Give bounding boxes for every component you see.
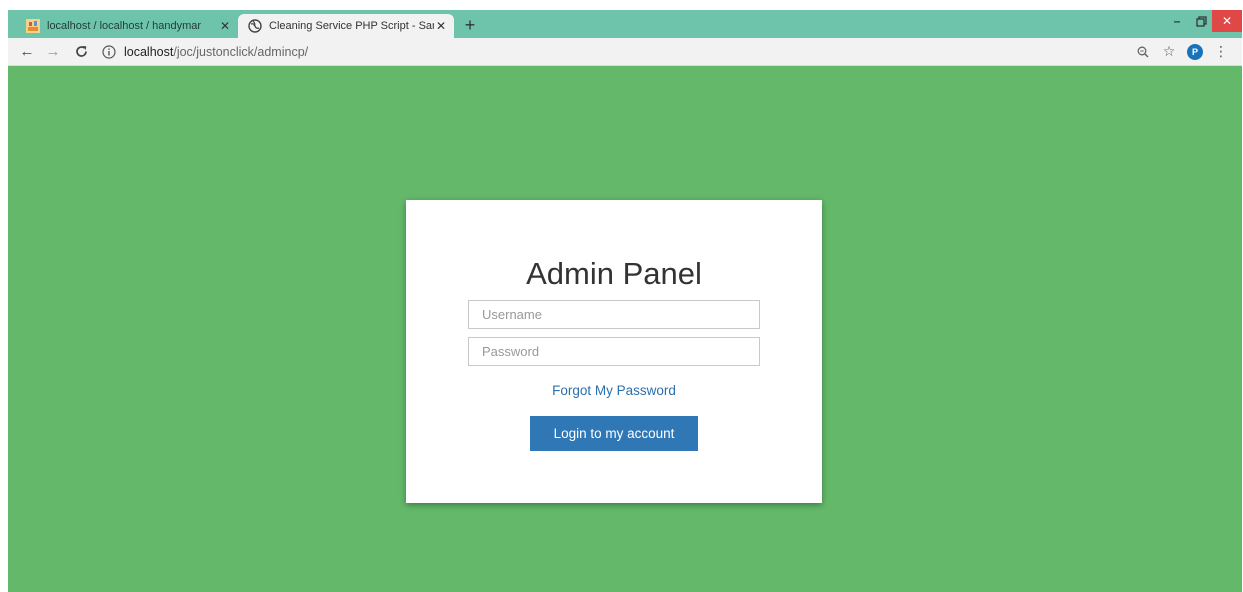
- zoom-icon[interactable]: [1130, 41, 1156, 63]
- tab-title: localhost / localhost / handymar: [47, 20, 202, 32]
- url-host: localhost: [124, 44, 174, 59]
- tab-phpmyadmin[interactable]: localhost / localhost / handymar ✕: [16, 14, 238, 38]
- reload-glyph: [75, 46, 87, 57]
- tab-title: Cleaning Service PHP Script - Sar: [269, 20, 434, 32]
- restore-button[interactable]: [1190, 10, 1212, 32]
- minimize-button[interactable]: –: [1166, 10, 1188, 32]
- phpmyadmin-icon: [26, 19, 40, 33]
- forward-arrow-icon[interactable]: →: [42, 41, 64, 63]
- tab-close-icon[interactable]: ✕: [218, 19, 232, 33]
- tab-strip: localhost / localhost / handymar ✕ Clean…: [8, 10, 1242, 38]
- back-arrow-icon[interactable]: ←: [16, 41, 38, 63]
- username-input[interactable]: [468, 300, 760, 329]
- bookmark-star-icon[interactable]: ☆: [1156, 41, 1182, 63]
- profile-button[interactable]: P: [1182, 41, 1208, 63]
- address-bar[interactable]: localhost/joc/justonclick/admincp/: [102, 41, 1130, 63]
- new-tab-button[interactable]: +: [460, 15, 480, 35]
- profile-avatar: P: [1187, 43, 1203, 60]
- tab-close-icon[interactable]: ✕: [434, 19, 448, 33]
- menu-kebab-icon[interactable]: ⋮: [1208, 41, 1234, 63]
- login-card: Admin Panel Forgot My Password Login to …: [406, 200, 822, 503]
- toolbar-actions: ☆ P ⋮: [1130, 41, 1234, 63]
- page-title: Admin Panel: [526, 256, 702, 291]
- login-button[interactable]: Login to my account: [530, 416, 698, 451]
- magnifier-glyph: [1137, 46, 1149, 58]
- reload-icon[interactable]: [70, 41, 92, 63]
- tab-cleaning-service[interactable]: Cleaning Service PHP Script - Sar ✕: [238, 14, 454, 38]
- window-close-button[interactable]: ✕: [1212, 10, 1242, 32]
- password-input[interactable]: [468, 337, 760, 366]
- globe-icon: [248, 19, 262, 33]
- url-path: /joc/justonclick/admincp/: [173, 44, 309, 59]
- browser-toolbar: ← → localhost/joc/justonclick/admincp/ ☆…: [8, 38, 1242, 66]
- restore-icon: [1195, 15, 1207, 27]
- info-icon[interactable]: [102, 44, 116, 59]
- forgot-password-link[interactable]: Forgot My Password: [406, 383, 822, 398]
- browser-window: localhost / localhost / handymar ✕ Clean…: [8, 10, 1242, 592]
